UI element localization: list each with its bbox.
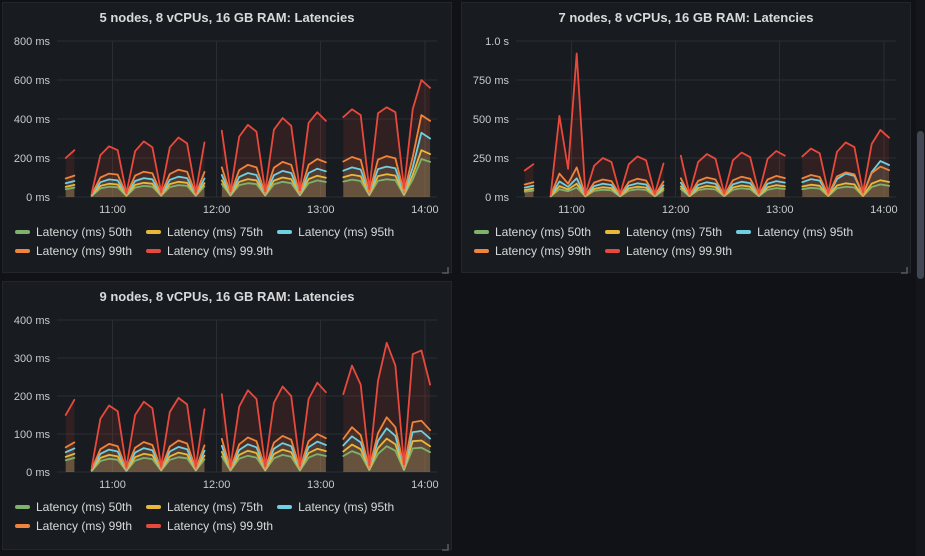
legend-item-3[interactable]: Latency (ms) 95th [277, 497, 394, 516]
y-tick-label: 0 ms [485, 192, 509, 204]
legend-swatch-icon [146, 505, 161, 509]
y-tick-label: 600 ms [14, 75, 51, 87]
legend-item-5[interactable]: Latency (ms) 99.9th [605, 241, 732, 260]
legend-item-3[interactable]: Latency (ms) 95th [277, 222, 394, 241]
y-tick-label: 200 ms [14, 391, 51, 403]
panel-title[interactable]: 7 nodes, 8 vCPUs, 16 GB RAM: Latencies [472, 7, 900, 29]
legend-label: Latency (ms) 50th [36, 225, 132, 239]
y-tick-label: 250 ms [473, 153, 510, 165]
legend-label: Latency (ms) 75th [167, 500, 263, 514]
legend-item-1[interactable]: Latency (ms) 50th [15, 222, 132, 241]
x-tick-label: 13:00 [307, 479, 335, 491]
legend-label: Latency (ms) 99.9th [167, 519, 273, 533]
legend-swatch-icon [474, 249, 489, 253]
legend-swatch-icon [605, 230, 620, 234]
chart-legend: Latency (ms) 50th Latency (ms) 75th Latenc… [472, 222, 900, 260]
legend-label: Latency (ms) 95th [757, 225, 853, 239]
legend-label: Latency (ms) 99.9th [167, 244, 273, 258]
legend-label: Latency (ms) 99.9th [626, 244, 732, 258]
x-tick-label: 13:00 [766, 204, 794, 216]
legend-label: Latency (ms) 50th [495, 225, 591, 239]
panel-title[interactable]: 9 nodes, 8 vCPUs, 16 GB RAM: Latencies [13, 286, 441, 308]
latency-chart-5-nodes[interactable]: 0 ms 200 ms 400 ms 600 ms 800 ms 11:00 12:00 13… [13, 29, 443, 221]
legend-swatch-icon [277, 505, 292, 509]
legend-swatch-icon [474, 230, 489, 234]
scrollbar-thumb[interactable] [917, 131, 924, 279]
y-tick-label: 1.0 s [485, 36, 509, 48]
legend-item-1[interactable]: Latency (ms) 50th [474, 222, 591, 241]
legend-swatch-icon [146, 230, 161, 234]
legend-item-2[interactable]: Latency (ms) 75th [146, 222, 263, 241]
legend-label: Latency (ms) 99th [36, 244, 132, 258]
x-tick-label: 14:00 [411, 479, 439, 491]
legend-item-5[interactable]: Latency (ms) 99.9th [146, 516, 273, 535]
legend-item-1[interactable]: Latency (ms) 50th [15, 497, 132, 516]
legend-item-4[interactable]: Latency (ms) 99th [15, 516, 132, 535]
x-tick-label: 12:00 [662, 204, 690, 216]
y-tick-label: 800 ms [14, 36, 51, 48]
legend-swatch-icon [146, 249, 161, 253]
panel-resize-handle-icon[interactable] [440, 538, 449, 547]
y-tick-label: 400 ms [14, 315, 51, 327]
plot-area[interactable] [57, 320, 437, 472]
panel-5-nodes-latencies: 5 nodes, 8 vCPUs, 16 GB RAM: Latencies 0… [2, 2, 452, 273]
legend-item-2[interactable]: Latency (ms) 75th [605, 222, 722, 241]
y-tick-label: 0 ms [26, 467, 50, 479]
latency-chart-7-nodes[interactable]: 0 ms 250 ms 500 ms 750 ms 1.0 s 11:00 12:00 13:… [472, 29, 902, 221]
legend-label: Latency (ms) 75th [167, 225, 263, 239]
x-tick-label: 13:00 [307, 204, 335, 216]
legend-label: Latency (ms) 99th [36, 519, 132, 533]
legend-label: Latency (ms) 99th [495, 244, 591, 258]
legend-swatch-icon [15, 524, 30, 528]
legend-item-3[interactable]: Latency (ms) 95th [736, 222, 853, 241]
plot-area[interactable] [516, 41, 896, 197]
panel-resize-handle-icon[interactable] [899, 261, 908, 270]
y-tick-label: 300 ms [14, 353, 51, 365]
panel-9-nodes-latencies: 9 nodes, 8 vCPUs, 16 GB RAM: Latencies 0… [2, 281, 452, 550]
legend-label: Latency (ms) 95th [298, 500, 394, 514]
legend-swatch-icon [605, 249, 620, 253]
y-tick-label: 750 ms [473, 75, 510, 87]
y-tick-label: 100 ms [14, 429, 51, 441]
panel-7-nodes-latencies: 7 nodes, 8 vCPUs, 16 GB RAM: Latencies 0… [461, 2, 911, 273]
legend-swatch-icon [15, 249, 30, 253]
panel-resize-handle-icon[interactable] [440, 261, 449, 270]
x-tick-label: 11:00 [99, 479, 126, 491]
chart-legend: Latency (ms) 50th Latency (ms) 75th Latenc… [13, 497, 441, 535]
legend-item-5[interactable]: Latency (ms) 99.9th [146, 241, 273, 260]
scrollbar-track[interactable] [916, 0, 925, 556]
legend-item-4[interactable]: Latency (ms) 99th [15, 241, 132, 260]
legend-label: Latency (ms) 50th [36, 500, 132, 514]
y-tick-label: 200 ms [14, 153, 51, 165]
y-tick-label: 400 ms [14, 114, 51, 126]
legend-label: Latency (ms) 75th [626, 225, 722, 239]
panel-title[interactable]: 5 nodes, 8 vCPUs, 16 GB RAM: Latencies [13, 7, 441, 29]
x-tick-label: 12:00 [203, 479, 231, 491]
plot-area[interactable] [57, 41, 437, 197]
legend-swatch-icon [146, 524, 161, 528]
y-tick-label: 500 ms [473, 114, 510, 126]
y-tick-label: 0 ms [26, 192, 50, 204]
x-tick-label: 12:00 [203, 204, 231, 216]
legend-item-2[interactable]: Latency (ms) 75th [146, 497, 263, 516]
x-tick-label: 11:00 [99, 204, 126, 216]
legend-item-4[interactable]: Latency (ms) 99th [474, 241, 591, 260]
legend-swatch-icon [277, 230, 292, 234]
legend-swatch-icon [736, 230, 751, 234]
legend-swatch-icon [15, 505, 30, 509]
legend-label: Latency (ms) 95th [298, 225, 394, 239]
x-tick-label: 11:00 [558, 204, 585, 216]
x-tick-label: 14:00 [411, 204, 439, 216]
x-tick-label: 14:00 [870, 204, 898, 216]
legend-swatch-icon [15, 230, 30, 234]
latency-chart-9-nodes[interactable]: 0 ms 100 ms 200 ms 300 ms 400 ms 11:00 12:00 13… [13, 308, 443, 496]
chart-legend: Latency (ms) 50th Latency (ms) 75th Latenc… [13, 222, 441, 260]
